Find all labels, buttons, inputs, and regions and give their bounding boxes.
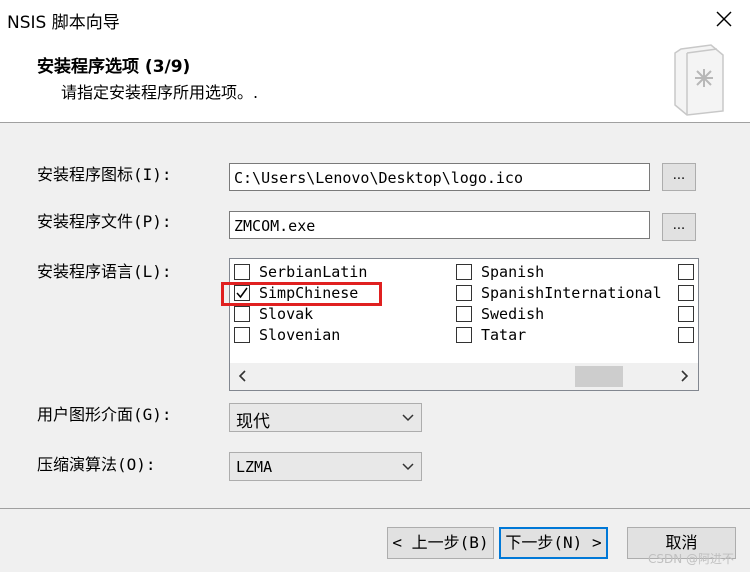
chevron-down-icon <box>402 463 414 471</box>
icon-label: 安装程序图标(I): <box>37 165 172 184</box>
scrollbar-thumb[interactable] <box>575 366 623 387</box>
back-button[interactable]: < 上一步(B) <box>387 527 494 559</box>
checkbox[interactable] <box>456 327 472 343</box>
ui-style-select[interactable]: 现代 <box>229 403 422 432</box>
horizontal-scrollbar[interactable] <box>230 363 698 390</box>
file-label: 安装程序文件(P): <box>37 212 172 231</box>
file-browse-button[interactable]: ... <box>662 213 696 241</box>
checkbox[interactable] <box>234 264 250 280</box>
checkbox[interactable] <box>456 264 472 280</box>
icon-path-input[interactable]: C:\Users\Lenovo\Desktop\logo.ico <box>229 163 650 191</box>
checkbox[interactable] <box>678 306 694 322</box>
chevron-down-icon <box>402 414 414 422</box>
installer-file-input[interactable]: ZMCOM.exe <box>229 211 650 239</box>
checkbox[interactable] <box>678 327 694 343</box>
ui-label: 用户图形介面(G): <box>37 405 172 424</box>
language-label: 安装程序语言(L): <box>37 262 172 281</box>
step-subtitle: 请指定安装程序所用选项。. <box>61 83 259 102</box>
next-button[interactable]: 下一步(N) > <box>499 527 608 559</box>
highlight-box <box>221 282 382 306</box>
title-bar: NSIS 脚本向导 <box>0 0 750 38</box>
checkbox[interactable] <box>456 306 472 322</box>
close-icon[interactable] <box>713 8 735 30</box>
checkbox[interactable] <box>678 285 694 301</box>
compression-label: 压缩演算法(O): <box>37 455 156 474</box>
window-title: NSIS 脚本向导 <box>7 13 120 33</box>
wizard-logo-icon <box>674 44 724 116</box>
language-listbox[interactable]: SerbianLatin SimpChinese Slovak Slovenia… <box>229 258 699 391</box>
scroll-left-icon[interactable] <box>236 369 250 383</box>
checkbox[interactable] <box>456 285 472 301</box>
checkbox[interactable] <box>234 327 250 343</box>
scroll-right-icon[interactable] <box>677 369 691 383</box>
checkbox[interactable] <box>678 264 694 280</box>
step-title: 安装程序选项 (3/9) <box>37 57 191 77</box>
watermark-text: CSDN @阿进不 <box>648 552 735 566</box>
wizard-header: 安装程序选项 (3/9) 请指定安装程序所用选项。. <box>0 38 750 123</box>
icon-browse-button[interactable]: ... <box>662 163 696 191</box>
checkbox[interactable] <box>234 306 250 322</box>
compression-select[interactable]: LZMA <box>229 452 422 481</box>
footer-divider <box>0 508 750 509</box>
